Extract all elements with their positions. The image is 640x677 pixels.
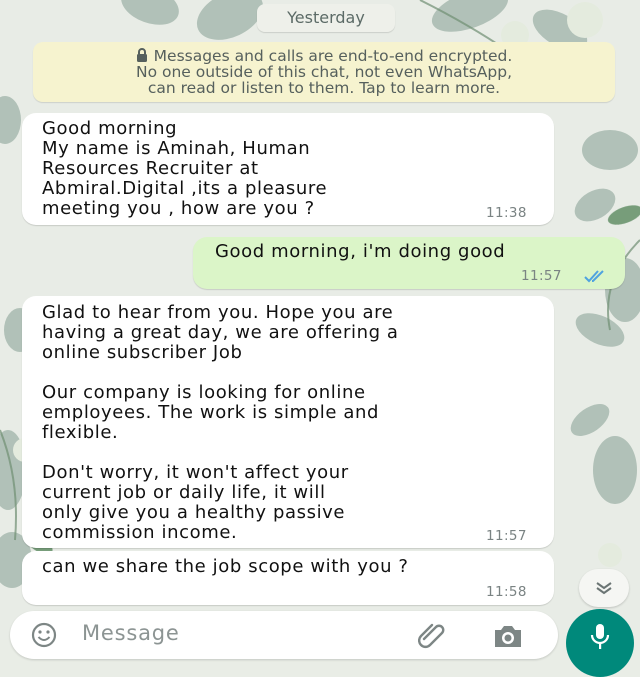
message-time: 11:57 (486, 528, 527, 544)
encryption-line-3: can read or listen to them. Tap to learn… (147, 79, 501, 97)
message-time: 11:38 (486, 205, 527, 221)
date-chip: Yesterday (257, 4, 395, 32)
message-bubble-outgoing[interactable]: Good morning, i'm doing good 11:57 (193, 237, 625, 289)
message-time: 11:57 (521, 268, 562, 284)
read-ticks-icon (584, 270, 604, 283)
double-chevron-down-icon (596, 582, 612, 595)
encryption-line-1: Messages and calls are end-to-end encryp… (33, 48, 615, 64)
message-bubble-incoming[interactable]: Good morning My name is Aminah, Human Re… (22, 113, 554, 225)
lock-icon (136, 48, 147, 62)
message-time: 11:58 (486, 584, 527, 600)
encryption-notice[interactable]: Messages and calls are end-to-end encryp… (33, 42, 615, 102)
message-input[interactable]: Message (82, 621, 180, 645)
scroll-to-bottom-button[interactable] (579, 569, 629, 607)
paperclip-icon[interactable] (418, 619, 450, 649)
message-bubble-incoming[interactable]: Glad to hear from you. Hope you are havi… (22, 296, 554, 548)
message-bubble-incoming[interactable]: can we share the job scope with you ? 11… (22, 551, 554, 605)
message-text: Glad to hear from you. Hope you are havi… (42, 302, 399, 543)
voice-record-button[interactable] (566, 609, 634, 677)
message-text: can we share the job scope with you ? (42, 556, 409, 577)
message-text: Good morning, i'm doing good (215, 241, 506, 262)
message-composer[interactable]: Message (10, 611, 558, 659)
emoji-icon[interactable] (30, 621, 58, 649)
camera-icon[interactable] (492, 623, 524, 649)
encryption-line-2: No one outside of this chat, not even Wh… (135, 63, 512, 81)
message-text: Good morning My name is Aminah, Human Re… (42, 118, 328, 219)
mic-icon (590, 624, 610, 649)
